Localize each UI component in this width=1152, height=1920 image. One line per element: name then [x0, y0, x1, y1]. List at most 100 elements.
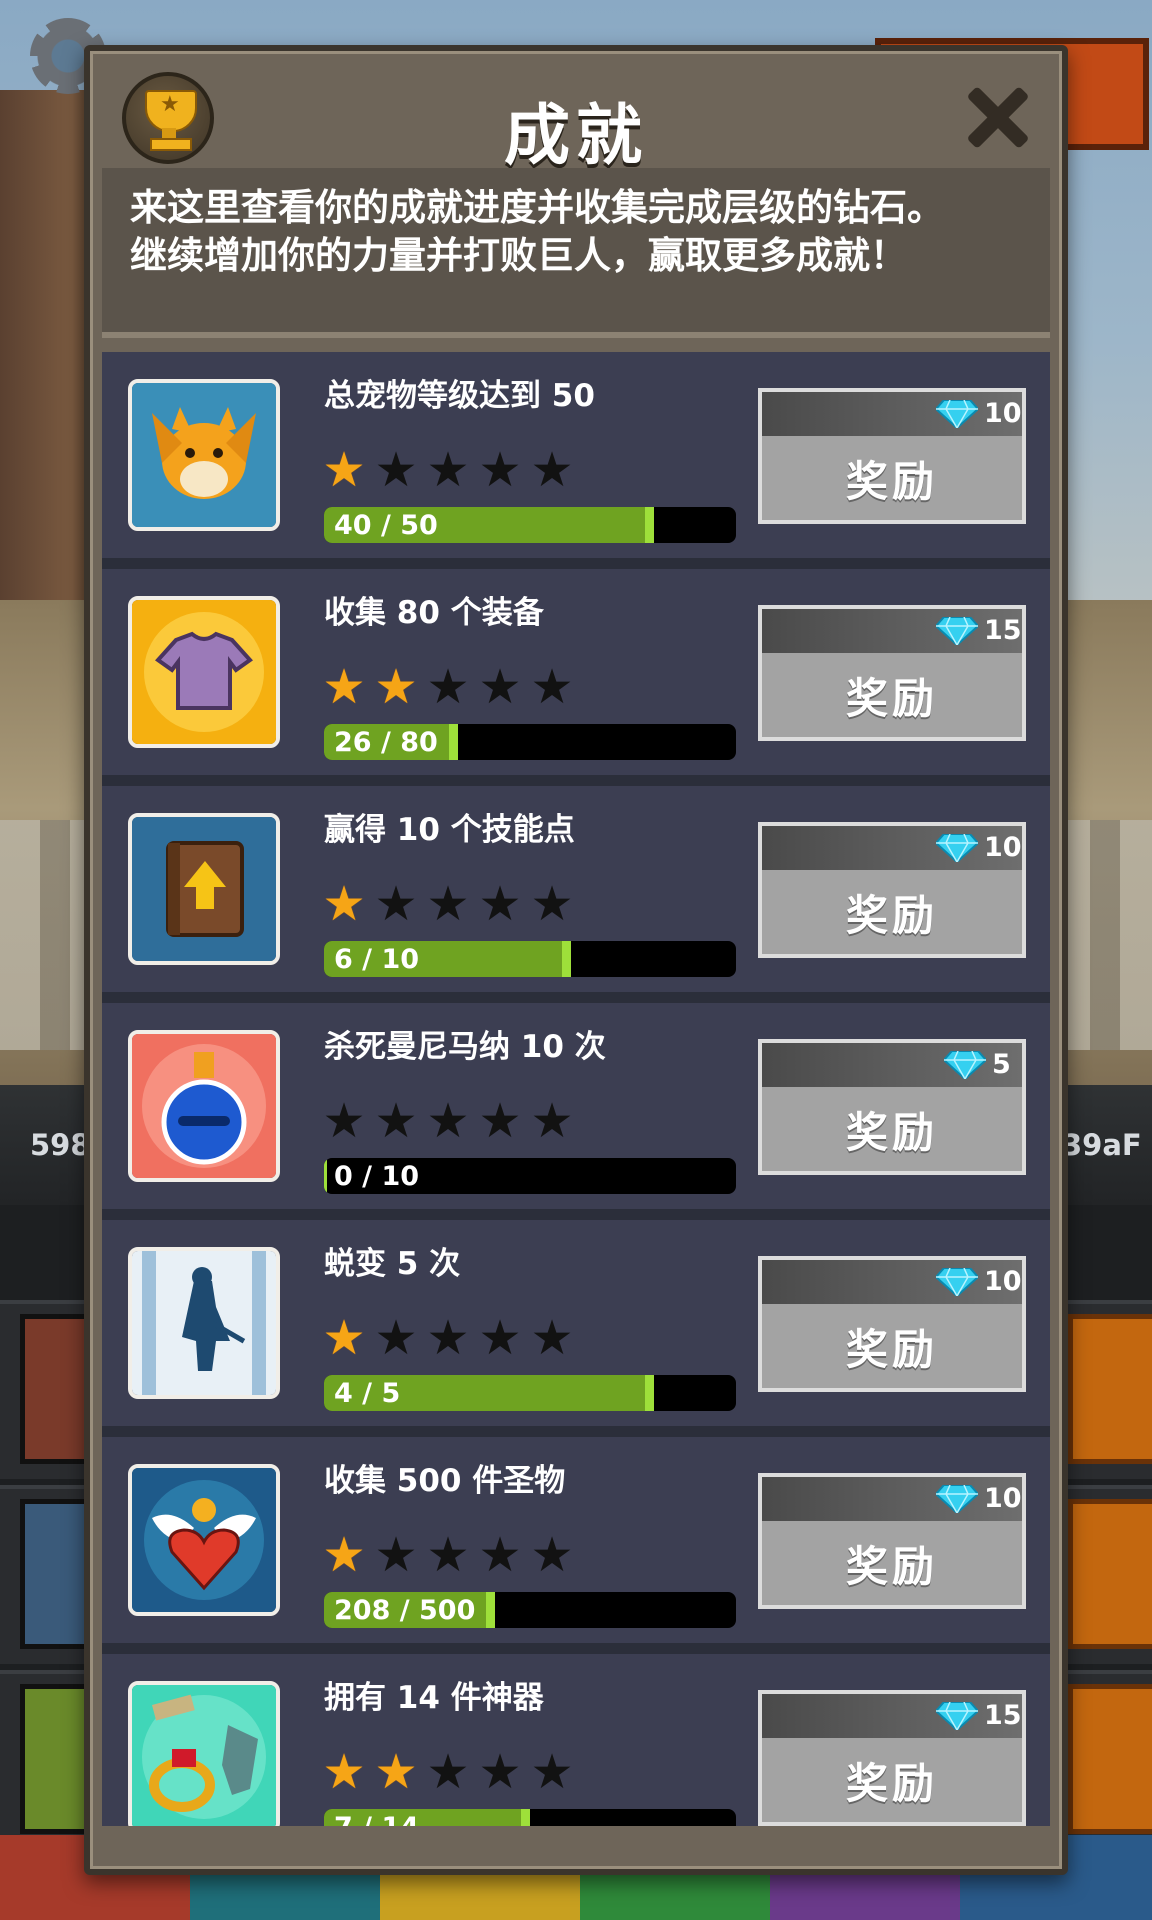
- upgrade-button[interactable]: [1068, 1499, 1152, 1649]
- reward-button[interactable]: 10 奖励: [758, 1256, 1026, 1392]
- skill-book-icon: [128, 813, 280, 965]
- stat-left: 598: [30, 1128, 91, 1162]
- star-empty-icon: ★: [478, 659, 522, 715]
- progress-text: 208 / 500: [334, 1595, 476, 1626]
- diamond-icon: [934, 399, 980, 430]
- progress-bar: 6 / 10: [324, 941, 736, 977]
- star-empty-icon: ★: [426, 876, 470, 932]
- progress-bar: 40 / 50: [324, 507, 736, 543]
- reward-button-label: 奖励: [845, 1108, 938, 1157]
- star-empty-icon: ★: [374, 1093, 418, 1149]
- progress-bar-fill: [324, 1158, 327, 1194]
- achievement-name: 收集 80 个装备: [324, 595, 544, 631]
- star-filled-icon: ★: [374, 659, 418, 715]
- stat-right: 39aF: [1062, 1128, 1142, 1162]
- progress-text: 6 / 10: [334, 944, 420, 975]
- star-filled-icon: ★: [322, 1310, 366, 1366]
- progress-bar: 4 / 5: [324, 1375, 736, 1411]
- star-empty-icon: ★: [530, 442, 574, 498]
- gem-reward-strip: 10: [762, 1477, 1022, 1521]
- achievement-stars: ★ ★ ★ ★ ★: [322, 659, 574, 715]
- progress-bar: 26 / 80: [324, 724, 736, 760]
- progress-text: 26 / 80: [334, 727, 438, 758]
- upgrade-button[interactable]: [1068, 1314, 1152, 1464]
- star-empty-icon: ★: [478, 1527, 522, 1583]
- close-button[interactable]: [955, 80, 1041, 156]
- star-filled-icon: ★: [322, 1744, 366, 1800]
- gem-count: 10: [984, 1483, 1022, 1514]
- blue-potion-icon: [128, 1030, 280, 1182]
- achievement-stars: ★ ★ ★ ★ ★: [322, 1744, 574, 1800]
- artifacts-icon: [128, 1681, 280, 1826]
- prestige-hero-icon: [128, 1247, 280, 1399]
- purple-shirt-icon: [128, 596, 280, 748]
- star-empty-icon: ★: [478, 876, 522, 932]
- star-empty-icon: ★: [374, 876, 418, 932]
- reward-button[interactable]: 15 奖励: [758, 1690, 1026, 1826]
- reward-button[interactable]: 5 奖励: [758, 1039, 1026, 1175]
- star-filled-icon: ★: [322, 659, 366, 715]
- gem-count: 10: [984, 398, 1022, 429]
- achievement-name: 蜕变 5 次: [324, 1246, 461, 1282]
- gem-count: 5: [992, 1049, 1011, 1080]
- progress-text: 7 / 14: [334, 1812, 419, 1826]
- star-filled-icon: ★: [322, 876, 366, 932]
- reward-button-label: 奖励: [845, 674, 938, 723]
- reward-button[interactable]: 10 奖励: [758, 388, 1026, 524]
- reward-button[interactable]: 10 奖励: [758, 822, 1026, 958]
- achievement-list[interactable]: 总宠物等级达到 50 ★ ★ ★ ★ ★ 40 / 50 10 奖励 收集 80 个装备 ★ ★ ★ ★ ★…: [102, 352, 1050, 1826]
- reward-button-label: 奖励: [845, 1759, 938, 1808]
- diamond-icon: [934, 1484, 980, 1515]
- achievement-name: 拥有 14 件神器: [324, 1680, 544, 1716]
- achievement-row: 杀死曼尼马纳 10 次 ★ ★ ★ ★ ★ 0 / 10 5 奖励: [102, 1003, 1050, 1221]
- diamond-icon: [934, 616, 980, 647]
- winged-heart-icon: [128, 1464, 280, 1616]
- progress-bar: 208 / 500: [324, 1592, 736, 1628]
- diamond-icon: [942, 1050, 988, 1081]
- gem-count: 10: [984, 1266, 1022, 1297]
- gem-reward-strip: 15: [762, 1694, 1022, 1738]
- progress-bar: 7 / 14: [324, 1809, 736, 1826]
- star-empty-icon: ★: [478, 1093, 522, 1149]
- star-empty-icon: ★: [426, 1744, 470, 1800]
- gem-count: 15: [984, 615, 1022, 646]
- upgrade-button[interactable]: [1068, 1684, 1152, 1834]
- diamond-icon: [934, 1267, 980, 1298]
- star-empty-icon: ★: [426, 659, 470, 715]
- star-empty-icon: ★: [426, 1310, 470, 1366]
- achievement-row: 蜕变 5 次 ★ ★ ★ ★ ★ 4 / 5 10 奖励: [102, 1220, 1050, 1438]
- gem-reward-strip: 15: [762, 609, 1022, 653]
- gem-reward-strip: 10: [762, 392, 1022, 436]
- achievement-row: 拥有 14 件神器★★★★★7 / 1415奖励: [102, 1654, 1050, 1826]
- star-empty-icon: ★: [478, 442, 522, 498]
- gem-reward-strip: 10: [762, 1260, 1022, 1304]
- star-empty-icon: ★: [478, 1310, 522, 1366]
- achievement-row: 赢得 10 个技能点 ★ ★ ★ ★ ★ 6 / 10 10 奖励: [102, 786, 1050, 1004]
- diamond-icon: [934, 1701, 980, 1732]
- progress-text: 4 / 5: [334, 1378, 401, 1409]
- achievement-stars: ★ ★ ★ ★ ★: [322, 1310, 574, 1366]
- gem-reward-strip: 10: [762, 826, 1022, 870]
- reward-button[interactable]: 10 奖励: [758, 1473, 1026, 1609]
- reward-button-label: 奖励: [845, 1542, 938, 1591]
- achievement-name: 总宠物等级达到 50: [324, 378, 595, 414]
- star-filled-icon: ★: [322, 442, 366, 498]
- star-empty-icon: ★: [426, 1093, 470, 1149]
- star-empty-icon: ★: [530, 1527, 574, 1583]
- gem-reward-strip: 5: [762, 1043, 1022, 1087]
- star-empty-icon: ★: [530, 1310, 574, 1366]
- star-empty-icon: ★: [530, 1093, 574, 1149]
- achievement-stars: ★ ★ ★ ★ ★: [322, 1093, 574, 1149]
- progress-bar: 0 / 10: [324, 1158, 736, 1194]
- diamond-icon: [934, 833, 980, 864]
- reward-button-label: 奖励: [845, 1325, 938, 1374]
- achievement-name: 杀死曼尼马纳 10 次: [324, 1029, 606, 1065]
- gem-count: 10: [984, 832, 1022, 863]
- reward-button[interactable]: 15 奖励: [758, 605, 1026, 741]
- star-empty-icon: ★: [530, 659, 574, 715]
- achievement-stars: ★ ★ ★ ★ ★: [322, 442, 574, 498]
- achievement-row: 收集 80 个装备 ★ ★ ★ ★ ★ 26 / 80 15 奖励: [102, 569, 1050, 787]
- star-empty-icon: ★: [426, 442, 470, 498]
- progress-text: 0 / 10: [334, 1161, 420, 1192]
- reward-button-label: 奖励: [845, 891, 938, 940]
